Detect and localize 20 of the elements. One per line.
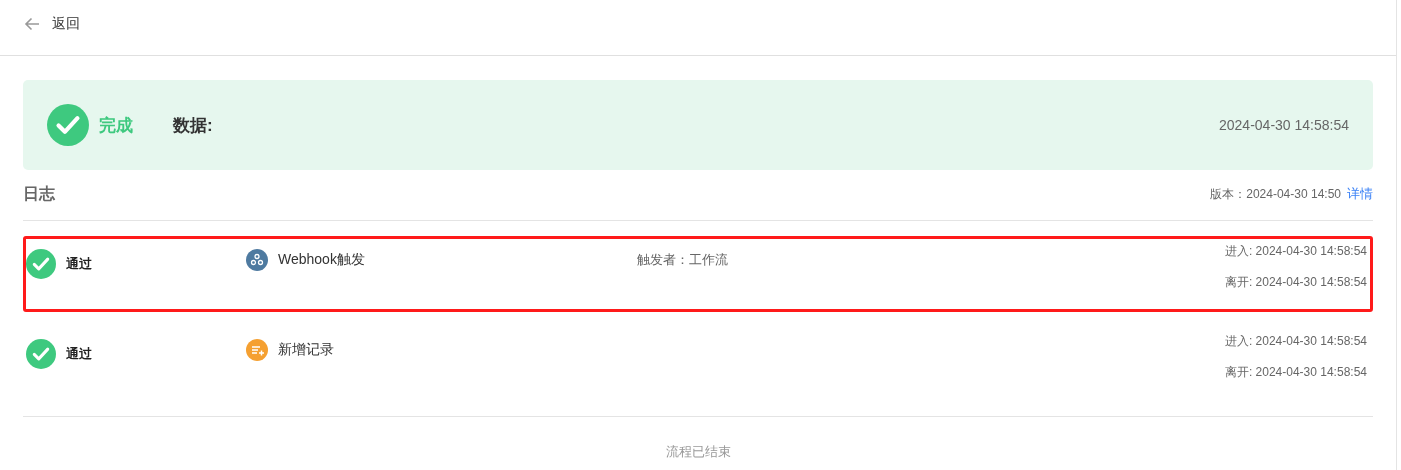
webhook-icon [246, 249, 268, 271]
log-title: 日志 [23, 183, 55, 204]
node-name: Webhook触发 [278, 251, 365, 269]
back-button[interactable]: 返回 [24, 14, 80, 33]
step-status: 通过 [66, 345, 92, 363]
flow-ended-text: 流程已结束 [665, 444, 731, 459]
version-text: 版本：2024-04-30 14:50 [1210, 185, 1341, 203]
leave-time: 离开: 2024-04-30 14:58:54 [1224, 274, 1367, 291]
data-label: 数据: [173, 114, 213, 137]
step-status: 通过 [66, 255, 92, 273]
result-time: 2024-04-30 14:58:54 [1219, 117, 1349, 133]
details-link[interactable]: 详情 [1347, 185, 1373, 203]
enter-time: 进入: 2024-04-30 14:58:54 [1224, 333, 1367, 350]
leave-time: 离开: 2024-04-30 14:58:54 [1224, 364, 1367, 381]
enter-time: 进入: 2024-04-30 14:58:54 [1224, 243, 1367, 260]
back-arrow-icon [24, 16, 40, 31]
add-record-icon [246, 339, 268, 361]
trigger-text: 触发者：工作流 [637, 251, 728, 269]
node-name: 新增记录 [278, 341, 334, 359]
result-status: 完成 [99, 114, 133, 137]
